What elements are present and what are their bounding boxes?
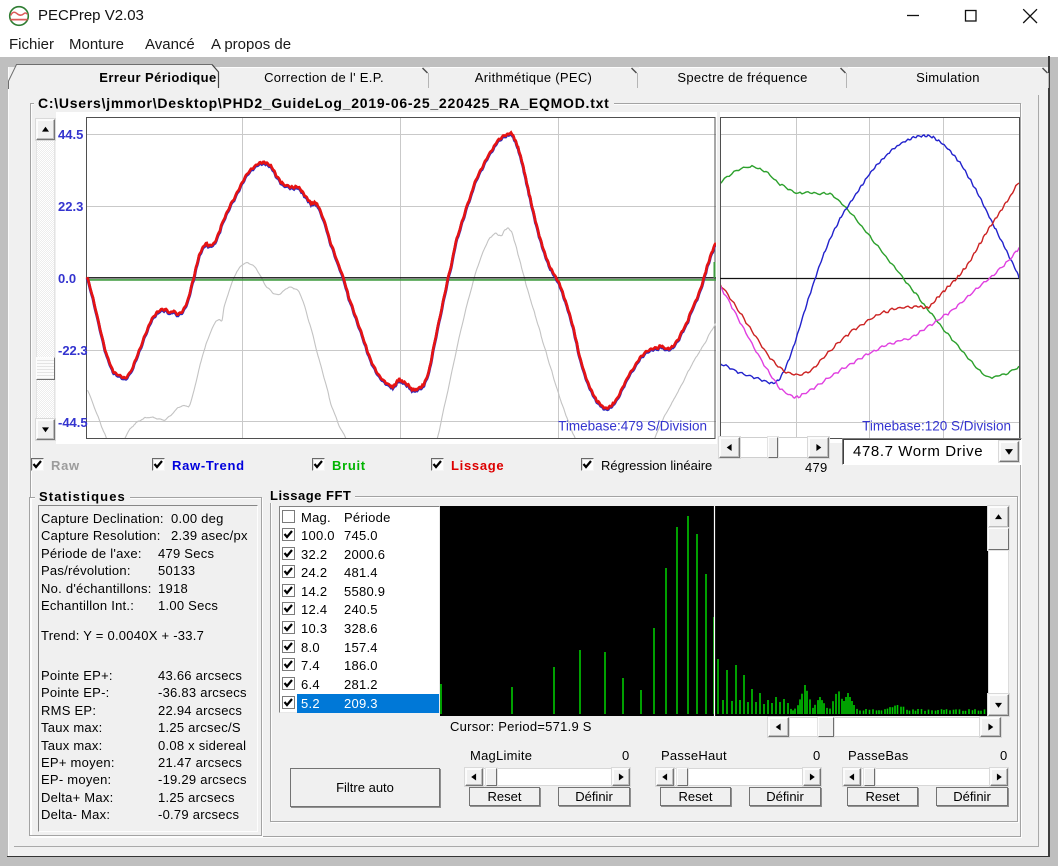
svg-text:0.0: 0.0 bbox=[58, 271, 76, 286]
svg-text:Timebase:120 S/Division: Timebase:120 S/Division bbox=[862, 419, 1011, 434]
svg-text:Timebase:479 S/Division: Timebase:479 S/Division bbox=[558, 419, 707, 434]
svg-text:44.5: 44.5 bbox=[58, 127, 83, 142]
svg-text:-22.3: -22.3 bbox=[58, 343, 88, 358]
svg-text:-44.5: -44.5 bbox=[58, 415, 88, 430]
svg-text:22.3: 22.3 bbox=[58, 199, 83, 214]
